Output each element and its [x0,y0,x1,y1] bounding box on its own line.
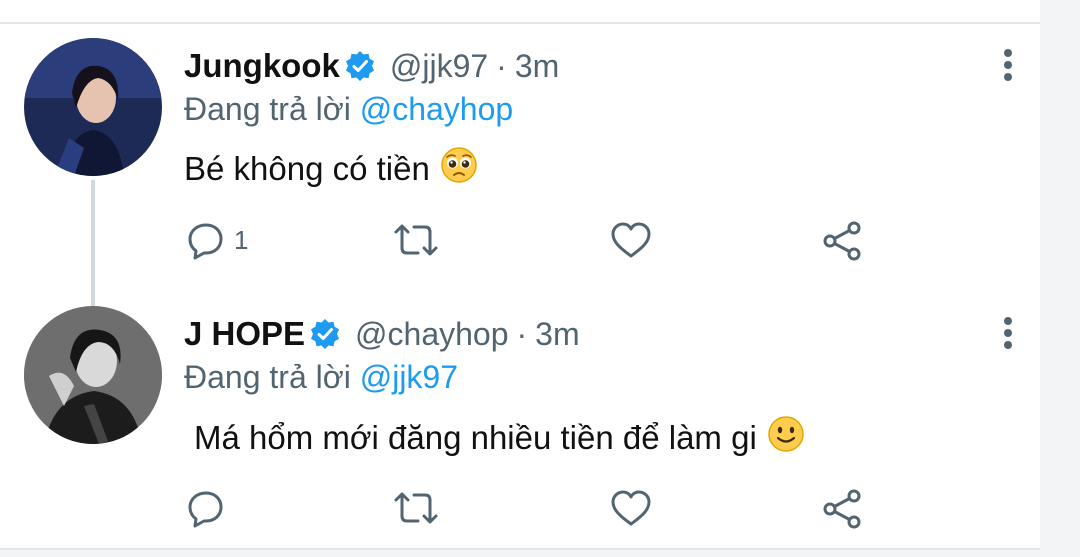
verified-badge-icon [344,50,376,82]
separator: · [516,315,528,352]
like-button[interactable] [610,488,652,528]
replying-to: Đang trả lời @chayhop [184,91,513,128]
timestamp[interactable]: 3m [535,316,579,353]
thread-connector [91,180,95,306]
tweet-body: Má hổm mới đăng nhiều tiền để làm gi [194,419,757,456]
share-button[interactable] [822,220,864,262]
reply-count: 1 [234,224,249,255]
like-button[interactable] [610,220,652,260]
pleading-face-icon [440,146,478,192]
divider [0,548,1040,550]
reply-button[interactable]: 1 [186,220,248,260]
verified-badge-icon [309,318,341,350]
replying-to-label: Đang trả lời [184,359,351,395]
retweet-icon [394,492,438,524]
timestamp[interactable]: 3m [515,48,559,85]
retweet-button[interactable] [392,220,440,260]
heart-icon [611,222,651,258]
mention-link[interactable]: @jjk97 [360,359,458,395]
replying-to: Đang trả lời @jjk97 [184,359,458,396]
tweet-text: Bé không có tiền [184,146,478,192]
more-options-icon[interactable] [998,314,1018,354]
avatar[interactable] [24,38,162,176]
share-icon [823,489,861,529]
reply-icon [188,491,223,528]
reply-button[interactable] [186,488,234,528]
retweet-icon [394,224,438,256]
retweet-button[interactable] [392,488,440,528]
tweet-header: Jungkook @jjk97 · 3m [184,47,559,85]
previous-tweet-edge [0,0,1040,24]
display-name[interactable]: Jungkook [184,47,340,85]
separator: · [496,47,507,84]
heart-icon [611,490,651,526]
reply-icon [188,223,223,260]
tweet-body: Bé không có tiền [184,150,430,187]
avatar[interactable] [24,306,162,444]
slightly-smiling-face-icon [767,415,805,461]
tweet-header: J HOPE @chayhop · 3m [184,315,580,353]
tweet-text: Má hổm mới đăng nhiều tiền để làm gi [194,415,805,461]
mention-link[interactable]: @chayhop [360,91,513,127]
share-icon [823,221,861,261]
replying-to-label: Đang trả lời [184,91,351,127]
share-button[interactable] [822,488,864,530]
user-handle[interactable]: @chayhop [355,316,508,353]
more-options-icon[interactable] [998,46,1018,86]
user-handle[interactable]: @jjk97 [390,48,488,85]
display-name[interactable]: J HOPE [184,315,305,353]
